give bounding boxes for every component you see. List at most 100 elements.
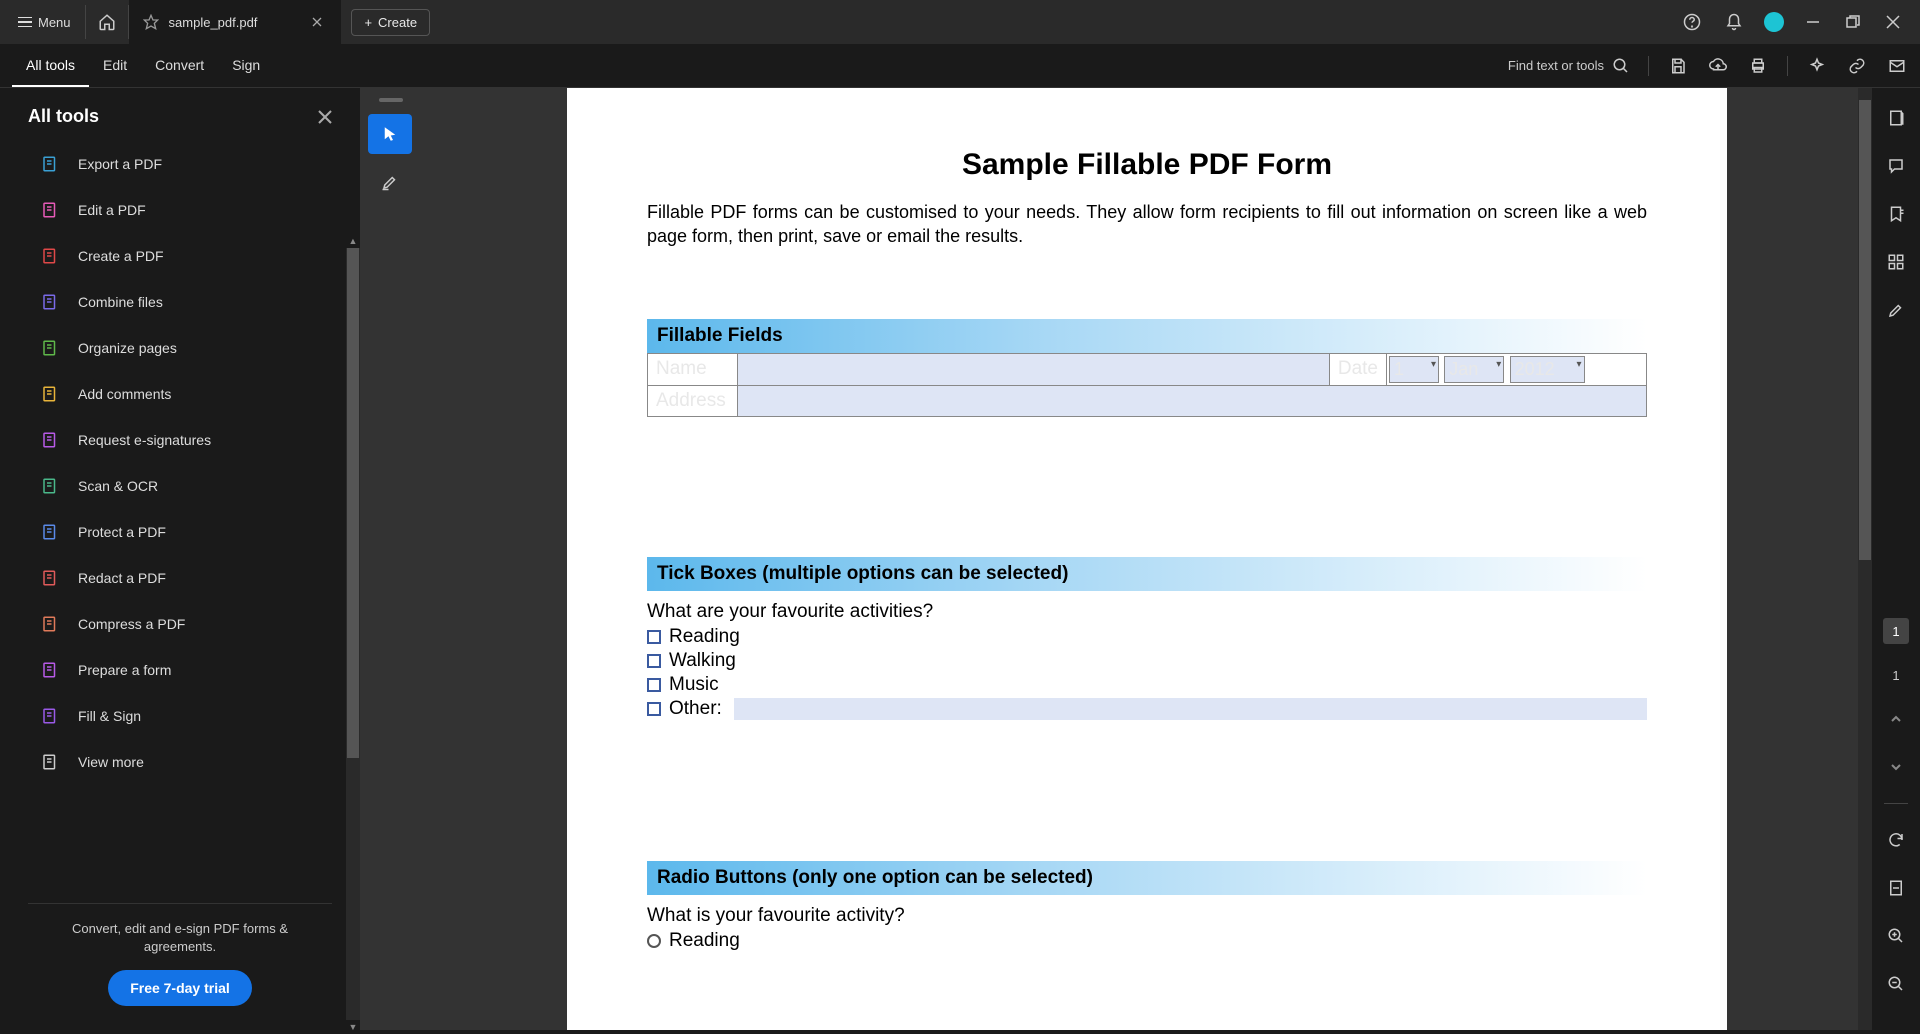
selection-button[interactable]	[1884, 298, 1908, 322]
star-icon[interactable]	[143, 14, 159, 30]
sidebar-item-export-a-pdf[interactable]: Export a PDF	[32, 141, 340, 187]
name-input[interactable]	[738, 353, 1330, 385]
tool-all-tools[interactable]: All tools	[12, 45, 89, 87]
rotate-icon	[1887, 831, 1905, 849]
scroll-thumb[interactable]	[347, 248, 359, 758]
tool-icon	[40, 200, 60, 220]
checkbox[interactable]	[647, 630, 661, 644]
checkbox[interactable]	[647, 654, 661, 668]
scroll-down-arrow[interactable]: ▼	[346, 1020, 360, 1034]
highlight-tool-button[interactable]	[368, 162, 412, 202]
window-maximize[interactable]	[1842, 11, 1864, 33]
fit-button[interactable]	[1884, 876, 1908, 900]
sidebar-close-button[interactable]	[318, 110, 332, 124]
page-up-button[interactable]	[1884, 707, 1908, 731]
sidebar-scrollbar[interactable]: ▲ ▼	[346, 248, 360, 1020]
bookmark-icon	[1887, 205, 1905, 223]
sidebar-item-edit-a-pdf[interactable]: Edit a PDF	[32, 187, 340, 233]
document-tab[interactable]: sample_pdf.pdf	[129, 0, 342, 44]
sidebar-item-combine-files[interactable]: Combine files	[32, 279, 340, 325]
page-display-button[interactable]	[1884, 106, 1908, 130]
thumbnails-button[interactable]	[1884, 250, 1908, 274]
link-button[interactable]	[1846, 55, 1868, 77]
print-button[interactable]	[1747, 55, 1769, 77]
free-trial-button[interactable]: Free 7-day trial	[108, 970, 252, 1006]
notifications-button[interactable]	[1722, 10, 1746, 34]
date-day-select[interactable]: 1	[1389, 356, 1439, 383]
sidebar-item-label: Combine files	[78, 294, 163, 310]
radio[interactable]	[647, 934, 661, 948]
save-icon	[1669, 57, 1687, 75]
sidebar-item-organize-pages[interactable]: Organize pages	[32, 325, 340, 371]
share-button[interactable]	[1886, 55, 1908, 77]
sidebar-item-protect-a-pdf[interactable]: Protect a PDF	[32, 509, 340, 555]
zoom-out-button[interactable]	[1884, 972, 1908, 996]
drag-handle[interactable]	[379, 98, 403, 102]
find-button[interactable]: Find text or tools	[1508, 57, 1630, 75]
upload-button[interactable]	[1707, 55, 1729, 77]
other-input[interactable]	[734, 698, 1647, 720]
sidebar-item-create-a-pdf[interactable]: Create a PDF	[32, 233, 340, 279]
sparkle-icon	[1808, 57, 1826, 75]
checkbox-label: Music	[669, 674, 719, 696]
comment-button[interactable]	[1884, 154, 1908, 178]
create-label: Create	[378, 15, 417, 30]
sidebar-item-redact-a-pdf[interactable]: Redact a PDF	[32, 555, 340, 601]
chevron-up-icon	[1889, 712, 1903, 726]
minimize-icon	[1806, 15, 1820, 29]
tool-sign[interactable]: Sign	[218, 45, 274, 87]
sidebar-item-scan-ocr[interactable]: Scan & OCR	[32, 463, 340, 509]
sidebar-item-request-e-signatures[interactable]: Request e-signatures	[32, 417, 340, 463]
scroll-thumb[interactable]	[1859, 100, 1871, 560]
print-icon	[1749, 57, 1767, 75]
home-button[interactable]	[85, 5, 129, 39]
sidebar-item-prepare-a-form[interactable]: Prepare a form	[32, 647, 340, 693]
search-icon	[1612, 57, 1630, 75]
checkbox[interactable]	[647, 678, 661, 692]
section-header-tickboxes: Tick Boxes (multiple options can be sele…	[647, 557, 1647, 591]
comment-icon	[1887, 157, 1905, 175]
page-number-input[interactable]: 1	[1883, 618, 1909, 644]
separator	[1648, 56, 1649, 76]
checkbox[interactable]	[647, 702, 661, 716]
create-button[interactable]: + Create	[351, 9, 430, 36]
sidebar-item-view-more[interactable]: View more	[32, 739, 340, 785]
tool-icon	[40, 154, 60, 174]
sidebar-item-label: Protect a PDF	[78, 524, 166, 540]
viewer-scrollbar[interactable]	[1858, 88, 1872, 1030]
sidebar-item-add-comments[interactable]: Add comments	[32, 371, 340, 417]
tool-edit[interactable]: Edit	[89, 45, 141, 87]
selection-tool-button[interactable]	[368, 114, 412, 154]
tab-close-button[interactable]	[307, 14, 327, 30]
cloud-upload-icon	[1709, 57, 1727, 75]
sidebar-item-compress-a-pdf[interactable]: Compress a PDF	[32, 601, 340, 647]
date-month-select[interactable]: Jan	[1444, 356, 1504, 383]
user-avatar[interactable]	[1764, 12, 1784, 32]
scroll-up-arrow[interactable]: ▲	[346, 234, 360, 248]
document-intro: Fillable PDF forms can be customised to …	[647, 200, 1647, 249]
pdf-page: Sample Fillable PDF Form Fillable PDF fo…	[567, 88, 1727, 1030]
titlebar: Menu sample_pdf.pdf + Create	[0, 0, 1920, 44]
question-activities: What are your favourite activities?	[647, 601, 1647, 623]
hamburger-icon	[18, 17, 32, 28]
save-button[interactable]	[1667, 55, 1689, 77]
tool-convert[interactable]: Convert	[141, 45, 218, 87]
help-button[interactable]	[1680, 10, 1704, 34]
zoom-in-button[interactable]	[1884, 924, 1908, 948]
name-label: Name	[648, 353, 738, 385]
date-year-select[interactable]: 2012	[1510, 356, 1585, 383]
document-viewer[interactable]: Sample Fillable PDF Form Fillable PDF fo…	[422, 88, 1872, 1030]
address-input[interactable]	[738, 385, 1647, 416]
menu-button[interactable]: Menu	[8, 9, 81, 36]
window-minimize[interactable]	[1802, 11, 1824, 33]
home-icon	[98, 13, 116, 31]
page-icon	[1887, 109, 1905, 127]
sidebar-item-fill-sign[interactable]: Fill & Sign	[32, 693, 340, 739]
bookmark-button[interactable]	[1884, 202, 1908, 226]
window-close[interactable]	[1882, 11, 1904, 33]
page-down-button[interactable]	[1884, 755, 1908, 779]
ai-button[interactable]	[1806, 55, 1828, 77]
menu-label: Menu	[38, 15, 71, 30]
rotate-button[interactable]	[1884, 828, 1908, 852]
sidebar-item-label: Scan & OCR	[78, 478, 158, 494]
